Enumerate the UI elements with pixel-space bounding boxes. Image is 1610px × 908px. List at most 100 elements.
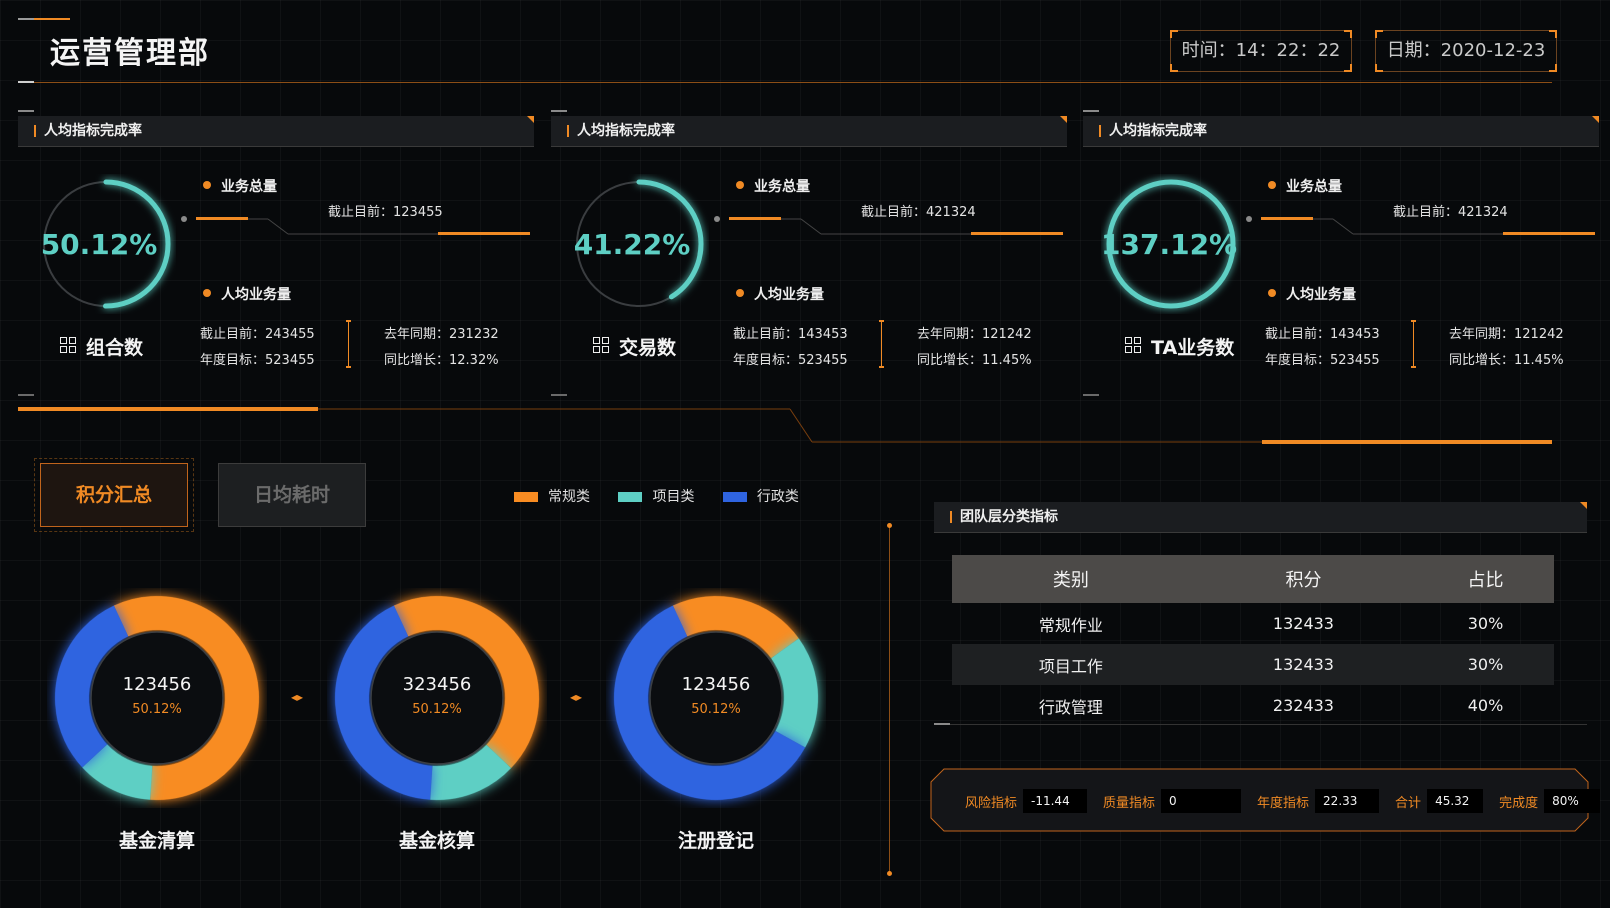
stat-value-total: 45.32 [1427, 789, 1484, 813]
panel-corner-mark [1060, 116, 1067, 123]
header-underline-mark [18, 81, 34, 83]
annual-target-value: 年度目标：523455 [200, 353, 315, 368]
panel-corner-mark [1580, 502, 1587, 509]
bullet-dot [1268, 289, 1276, 297]
stats-bar: 风险指标 -11.44 质量指标 0 年度指标 22.33 合计 45.32 完… [965, 788, 1601, 814]
legend-swatch [618, 492, 643, 502]
completion-percent: 50.12% [40, 228, 158, 261]
panel-corner-mark [527, 116, 534, 123]
yoy-growth-value: 同比增长：11.45% [1449, 353, 1564, 368]
panel-header-bar [567, 125, 569, 137]
bullet-dot [1268, 181, 1276, 189]
header-corner-top-dark [18, 18, 34, 20]
donut-connector-icon: ◂▸ [291, 690, 304, 704]
column-header: 积分 [1189, 555, 1418, 603]
last-year-value: 去年同期：121242 [917, 327, 1032, 342]
table-row: 项目工作 132433 30% [952, 644, 1554, 685]
stat-value-risk: -11.44 [1023, 789, 1088, 813]
table-row: 行政管理 232433 40% [952, 685, 1554, 726]
team-panel-title: 团队层分类指标 [960, 509, 1058, 525]
stat-value-quality: 0 [1161, 789, 1242, 813]
bullet-dot [736, 181, 744, 189]
yoy-growth-value: 同比增长：12.32% [384, 353, 499, 368]
total-volume-label: 业务总量 [754, 179, 810, 195]
stat-label-completion: 完成度 [1499, 795, 1539, 811]
section-divider [18, 407, 1552, 444]
last-year-value: 去年同期：231232 [384, 327, 499, 342]
page-title: 运营管理部 [50, 36, 210, 71]
donut-value: 323456 [402, 674, 472, 695]
panel-bottom-mark [1083, 394, 1099, 396]
connector-line [181, 216, 530, 235]
stat-label-risk: 风险指标 [965, 795, 1018, 811]
donut-name: 注册登记 [677, 830, 754, 852]
donut-chart [614, 596, 818, 800]
as-of-value: 截止目前：143453 [1265, 327, 1380, 342]
panel-corner-top [18, 110, 34, 112]
connector-line [1246, 216, 1595, 235]
table-cell: 行政管理 [1038, 697, 1103, 717]
legend-item-project: 项目类 [618, 489, 698, 505]
connector-line [714, 216, 1063, 235]
as-of-value: 截止目前：143453 [733, 327, 848, 342]
panel-header-bar [950, 511, 952, 523]
donut-percent: 50.12% [132, 702, 182, 717]
vertical-divider-dot-top [887, 523, 892, 528]
table-cell: 项目工作 [952, 644, 1190, 685]
per-capita-label: 人均业务量 [1286, 287, 1356, 303]
kpi-panel-header: 人均指标完成率 [18, 116, 534, 147]
column-header: 类别 [952, 555, 1190, 603]
last-year-value: 去年同期：121242 [1449, 327, 1564, 342]
annual-target-value: 年度目标：523455 [1265, 353, 1380, 368]
legend-swatch [514, 492, 538, 502]
panel-corner-mark [1592, 116, 1599, 123]
date-display: 日期：2020-12-23 [1375, 30, 1557, 72]
legend-item-regular: 常规类 [514, 489, 594, 505]
donut-inner-ring [649, 631, 783, 765]
grid-icon [593, 337, 609, 353]
table-cell: 30% [1467, 614, 1504, 633]
total-volume-label: 业务总量 [1286, 179, 1342, 195]
donut-value: 123456 [681, 674, 751, 695]
bullet-dot [203, 181, 211, 189]
kpi-name: 组合数 [86, 337, 144, 359]
team-table-header-row: 类别 积分 占比 [952, 555, 1554, 603]
stat-label-total: 合计 [1395, 795, 1422, 811]
per-capita-label: 人均业务量 [754, 287, 824, 303]
kpi-panel-title: 人均指标完成率 [577, 123, 675, 139]
stat-value-completion: 80% [1544, 789, 1601, 813]
legend-swatch [722, 492, 747, 502]
table-cell: 132433 [1272, 614, 1334, 633]
donut-connector-icon: ◂▸ [570, 690, 583, 704]
panel-bottom-mark [551, 394, 567, 396]
kpi-panel-title: 人均指标完成率 [1109, 123, 1207, 139]
tab-daily-time[interactable]: 日均耗时 [218, 463, 366, 527]
panel-corner-top [1083, 110, 1099, 112]
donut-name: 基金清算 [118, 830, 195, 852]
donut-percent: 50.12% [412, 702, 462, 717]
stat-label-quality: 质量指标 [1103, 795, 1156, 811]
stat-separator-cap [346, 366, 351, 368]
yoy-growth-value: 同比增长：11.45% [917, 353, 1032, 368]
kpi-panel-header: 人均指标完成率 [551, 116, 1067, 147]
legend-item-admin: 行政类 [722, 489, 799, 505]
panel-corner-top [551, 110, 567, 112]
donut-inner-ring [370, 631, 504, 765]
bullet-dot [203, 289, 211, 297]
stat-separator-cap [1411, 320, 1416, 322]
stat-separator-cap [1411, 366, 1416, 368]
column-header: 占比 [1417, 555, 1554, 603]
grid-icon [60, 337, 76, 353]
table-row: 常规作业 132433 30% [952, 603, 1554, 644]
donut-chart [335, 596, 539, 800]
completion-percent: 41.22% [573, 228, 691, 261]
table-cell: 40% [1467, 696, 1504, 715]
stat-separator [1413, 322, 1414, 366]
kpi-panel-header: 人均指标完成率 [1083, 116, 1599, 147]
stat-separator [881, 322, 882, 366]
team-table: 类别 积分 占比 常规作业 132433 30% 项目工作 132433 30%… [952, 555, 1554, 726]
panel-bottom-mark [18, 394, 34, 396]
team-table-underline-mark [934, 723, 950, 725]
kpi-name: TA业务数 [1151, 337, 1235, 359]
donut-legend: 常规类 项目类 行政类 [514, 486, 799, 506]
